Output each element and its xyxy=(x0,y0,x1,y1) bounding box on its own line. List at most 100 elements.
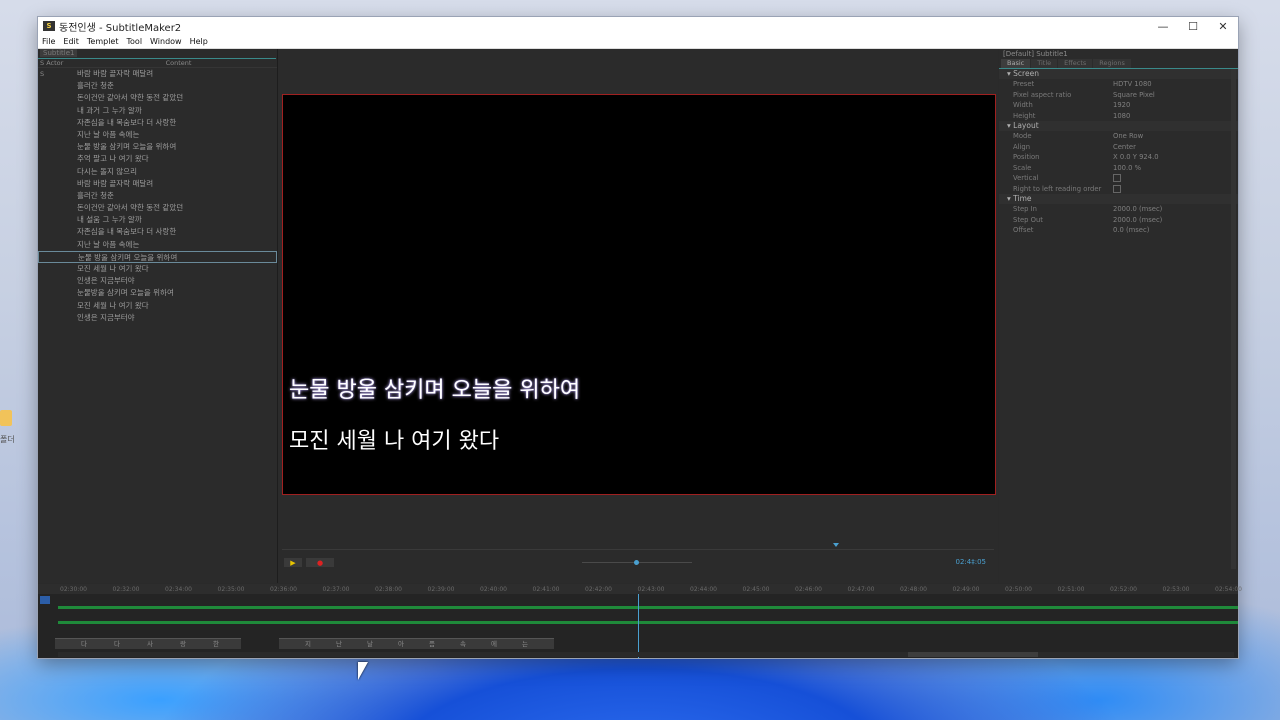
subtitle-list-panel: Subtitle1 S Actor Content S 바람 바람 끝자락 매달려… xyxy=(38,49,278,583)
record-button[interactable]: ● xyxy=(306,558,334,567)
time-ruler[interactable]: 02:30:00 02:32:00 02:34:00 02:35:00 02:36:00… xyxy=(38,584,1242,594)
subtitle-row[interactable]: S 바람 바람 끝자락 매달려 xyxy=(38,68,277,80)
property-value[interactable]: 0.0 (msec) xyxy=(1113,225,1238,236)
panel-tab-subtitle[interactable]: Subtitle1 xyxy=(38,49,276,59)
subtitle-row[interactable]: 흘러간 청춘 xyxy=(38,190,277,202)
property-label: Step Out xyxy=(1013,215,1043,224)
subtitle-row[interactable]: 다시는 돌지 않으리 xyxy=(38,166,277,178)
property-value[interactable]: 1080 xyxy=(1113,111,1238,122)
ruler-tick-label: 02:47:00 xyxy=(847,586,875,593)
menu-help[interactable]: Help xyxy=(186,37,212,46)
row-content: 모진 세월 나 여기 왔다 xyxy=(77,264,149,273)
menu-edit[interactable]: Edit xyxy=(59,37,83,46)
ruler-tick-label: 02:42:00 xyxy=(585,586,612,593)
ruler-tick-label: 02:48:00 xyxy=(900,586,927,593)
subtitle-row[interactable]: 내 설움 그 누가 알까 xyxy=(38,214,277,226)
row-content: 인생은 지금부터야 xyxy=(77,312,135,322)
row-actor xyxy=(38,129,77,141)
subtitle-row[interactable]: 인생은 지금부터야 xyxy=(38,312,277,324)
tab-title[interactable]: Title xyxy=(1031,59,1058,68)
ruler-tick-label: 02:30:00 xyxy=(60,586,87,593)
section-time[interactable]: ▾ Time xyxy=(999,194,1238,204)
volume-knob[interactable] xyxy=(634,560,639,565)
row-actor xyxy=(38,226,77,238)
subtitle-row[interactable]: 모진 세월 나 여기 왔다 xyxy=(38,300,277,312)
property-row: Step Out 2000.0 (msec) xyxy=(999,215,1238,226)
menu-file[interactable]: File xyxy=(38,37,59,46)
caption-line-2: 모진 세월 나 여기 왔다 xyxy=(289,429,500,454)
property-row: Scale 100.0 % xyxy=(999,163,1238,174)
section-screen[interactable]: ▾ Screen xyxy=(999,69,1238,79)
tab-basic[interactable]: Basic xyxy=(1001,59,1031,68)
subtitle-row[interactable]: 자존심을 내 목숨보다 더 사랑한 xyxy=(38,117,277,129)
row-actor: S xyxy=(40,70,45,78)
subtitle-row[interactable]: 내 과거 그 누가 알까 xyxy=(38,105,277,117)
row-content: 내 설움 그 누가 알까 xyxy=(77,215,142,225)
ruler-tick-label: 02:54:00 xyxy=(1215,586,1242,593)
ruler-tick-label: 02:49:00 xyxy=(952,586,980,593)
subtitle-row[interactable]: 지난 날 아픔 속에는 xyxy=(38,129,277,141)
ruler-tick-label: 02:43:00 xyxy=(637,586,665,593)
subtitle-row[interactable]: 자존심을 내 목숨보다 더 사랑한 xyxy=(38,226,277,238)
tab-effects[interactable]: Effects xyxy=(1058,59,1093,68)
minimize-button[interactable]: — xyxy=(1148,20,1178,33)
timeline-scrollbar[interactable] xyxy=(58,652,1234,657)
audio-waveform[interactable] xyxy=(58,596,1238,634)
play-button[interactable]: ▶ xyxy=(284,558,302,567)
row-actor xyxy=(38,105,77,117)
column-content[interactable]: Content xyxy=(80,59,277,67)
audio-track-icon[interactable] xyxy=(40,596,50,604)
properties-scrollbar[interactable] xyxy=(1231,69,1236,569)
subtitle-row[interactable]: 흘러간 청춘 xyxy=(38,80,277,92)
subtitle-row[interactable]: 추억 팔고 나 여기 왔다 xyxy=(38,153,277,165)
menu-templet[interactable]: Templet xyxy=(83,37,123,46)
tab-regions[interactable]: Regions xyxy=(1093,59,1131,68)
property-value[interactable]: X 0.0 Y 924.0 xyxy=(1113,152,1238,163)
property-checkbox[interactable] xyxy=(1113,184,1121,193)
menu-tool[interactable]: Tool xyxy=(123,37,147,46)
subtitle-row[interactable]: 인생은 지금부터야 xyxy=(38,275,277,287)
row-actor xyxy=(38,166,77,178)
row-actor xyxy=(38,190,77,202)
property-value[interactable] xyxy=(1113,184,1238,195)
subtitle-row[interactable]: 돈이건만 같아서 약한 동전 같았던 xyxy=(38,202,277,214)
row-content: 내 과거 그 누가 알까 xyxy=(77,105,142,115)
subtitle-row[interactable]: 눈물방울 삼키며 오늘을 위하여 xyxy=(38,287,277,299)
folder-icon[interactable] xyxy=(0,410,12,426)
property-value[interactable]: Square Pixel xyxy=(1113,90,1238,101)
subtitle-segment[interactable]: 다다사랑한 xyxy=(55,638,241,649)
scrub-bar[interactable] xyxy=(282,549,994,550)
row-actor xyxy=(38,153,77,165)
properties-title: [Default] Subtitle1 xyxy=(1003,50,1068,58)
property-value[interactable]: Center xyxy=(1113,142,1238,153)
section-layout[interactable]: ▾ Layout xyxy=(999,121,1238,131)
property-value[interactable]: HDTV 1080 xyxy=(1113,79,1238,90)
property-checkbox[interactable] xyxy=(1113,174,1121,182)
timeline-scroll-thumb[interactable] xyxy=(908,652,1038,657)
property-value[interactable] xyxy=(1113,173,1238,184)
column-actor[interactable]: S Actor xyxy=(38,59,80,67)
subtitle-row[interactable]: 눈물 방울 삼키며 오늘을 위하여 xyxy=(38,250,277,263)
subtitle-segment[interactable]: 지난날아픔속에는 xyxy=(279,638,554,649)
subtitle-row[interactable]: 돈이건만 같아서 약한 동전 같았던 xyxy=(38,92,277,104)
subtitle-row[interactable]: 바람 바람 끝자락 매달려 xyxy=(38,178,277,190)
subtitle-row[interactable]: 눈물 방울 삼키며 오늘을 위하여 xyxy=(38,141,277,153)
property-value[interactable]: 2000.0 (msec) xyxy=(1113,204,1238,215)
scrub-marker-icon[interactable] xyxy=(833,543,839,547)
property-value[interactable]: 1920 xyxy=(1113,100,1238,111)
property-value[interactable]: One Row xyxy=(1113,131,1238,142)
property-value[interactable]: 100.0 % xyxy=(1113,163,1238,174)
subtitle-row[interactable]: 지난 날 아픔 속에는 xyxy=(38,239,277,251)
property-label: Pixel aspect ratio xyxy=(1013,90,1072,99)
subtitle-row[interactable]: 모진 세월 나 여기 왔다 xyxy=(38,263,277,275)
playhead[interactable] xyxy=(638,594,639,658)
row-actor xyxy=(38,300,77,312)
maximize-button[interactable]: ☐ xyxy=(1178,20,1208,33)
ruler-tick-label: 02:35:00 xyxy=(217,586,245,593)
menu-window[interactable]: Window xyxy=(146,37,186,46)
desktop-icon-label: 폴더 xyxy=(0,435,15,444)
close-button[interactable]: ✕ xyxy=(1208,20,1238,33)
property-row: Position X 0.0 Y 924.0 xyxy=(999,152,1238,163)
video-preview[interactable]: 눈물 방울 삼키며 오늘을 위하여 모진 세월 나 여기 왔다 xyxy=(282,94,996,495)
property-value[interactable]: 2000.0 (msec) xyxy=(1113,215,1238,226)
